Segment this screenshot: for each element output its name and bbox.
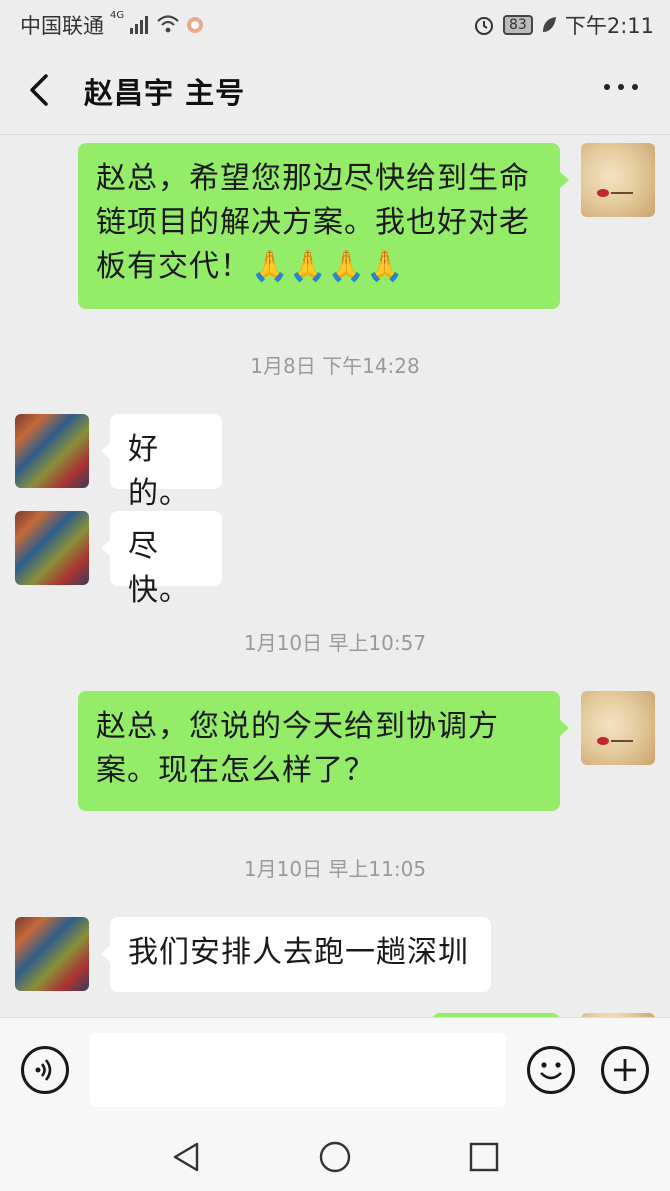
- message-list[interactable]: 赵总，希望您那边尽快给到生命链项目的解决方案。我也好对老板有交代！🙏🙏🙏🙏 1月…: [0, 135, 670, 1017]
- alarm-icon: [475, 17, 493, 35]
- back-icon[interactable]: [22, 70, 62, 110]
- my-avatar[interactable]: [581, 143, 655, 217]
- message-timestamp: 1月10日 早上11:05: [243, 857, 427, 881]
- chat-title: 赵昌宇 主号: [84, 76, 246, 110]
- status-bar: 中国联通 4G 83 下午2:11: [0, 0, 670, 46]
- avatar-image: [597, 737, 633, 745]
- emoji-icon: [540, 1062, 562, 1080]
- signal-icon: [130, 16, 149, 34]
- message-timestamp: 1月10日 早上10:57: [243, 631, 427, 655]
- more-functions-button[interactable]: [601, 1046, 649, 1094]
- message-timestamp: 1月8日 下午14:28: [250, 354, 420, 378]
- emoji-button[interactable]: [527, 1046, 575, 1094]
- voice-input-button[interactable]: [21, 1046, 69, 1094]
- nav-home-icon[interactable]: [318, 1140, 352, 1174]
- voice-icon: [35, 1059, 52, 1081]
- plus-icon: [614, 1059, 636, 1081]
- network-type-label: 4G: [110, 10, 125, 21]
- message-bubble[interactable]: 赵总，希望您那边尽快给到生命链项目的解决方案。我也好对老板有交代！🙏🙏🙏🙏: [78, 143, 569, 309]
- leaf-icon: [542, 17, 556, 32]
- notification-icon: [187, 17, 204, 33]
- message-bubble[interactable]: 赵总，您说的今天给到协调方案。现在怎么样了？: [78, 691, 569, 811]
- system-navigation-bar: [0, 1123, 670, 1191]
- contact-avatar[interactable]: [15, 917, 89, 991]
- chat-header: 赵昌宇 主号: [0, 46, 670, 135]
- carrier-name: 中国联通: [20, 14, 104, 38]
- wifi-icon: [157, 15, 179, 33]
- message-input[interactable]: [90, 1033, 506, 1107]
- avatar-image: [597, 189, 633, 197]
- message-bubble[interactable]: 我们安排人去跑一趟深圳: [101, 917, 491, 992]
- nav-back-icon[interactable]: [169, 1140, 203, 1174]
- status-icons-right: 83 下午2:11: [473, 10, 654, 40]
- nav-recents-icon[interactable]: [467, 1140, 501, 1174]
- status-icons-left: 4G: [110, 10, 204, 34]
- battery-indicator: 83: [503, 15, 533, 35]
- input-bar: [0, 1017, 670, 1124]
- contact-avatar[interactable]: [15, 511, 89, 585]
- my-avatar[interactable]: [581, 691, 655, 765]
- contact-avatar[interactable]: [15, 414, 89, 488]
- more-options-icon[interactable]: [604, 84, 638, 90]
- message-bubble[interactable]: 好的。: [101, 414, 222, 511]
- clock-time: 下午2:11: [564, 14, 654, 38]
- message-bubble[interactable]: 尽快。: [101, 511, 222, 608]
